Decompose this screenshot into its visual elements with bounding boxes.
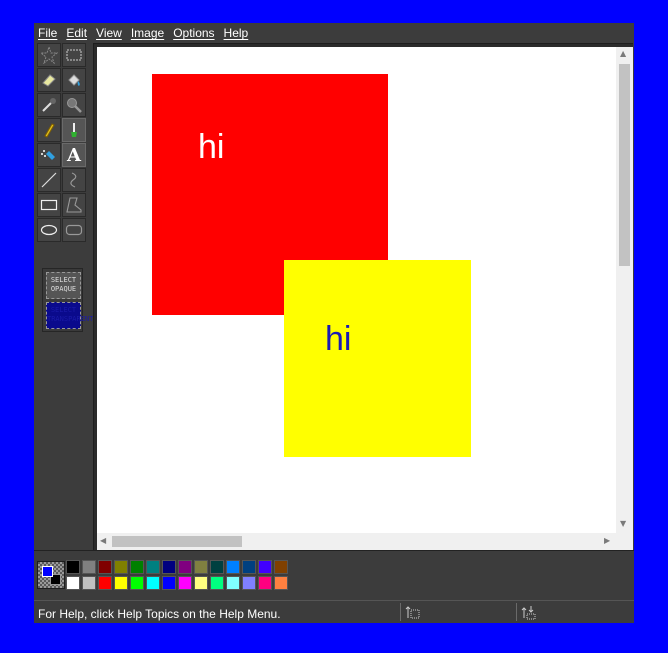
text-icon: A (67, 144, 81, 166)
menu-options[interactable]: Options (173, 26, 214, 40)
ellipse-icon (40, 224, 58, 236)
palette-swatch[interactable] (210, 560, 224, 574)
tool-options-box: SELECT OPAQUE SELECT TRANSPARENT (42, 268, 93, 332)
scroll-up-arrow-icon[interactable]: ▲ (620, 50, 626, 58)
palette-swatch[interactable] (130, 560, 144, 574)
tool-eraser[interactable] (37, 68, 61, 92)
tool-rounded-rectangle[interactable] (62, 218, 86, 242)
tool-text[interactable]: A (62, 143, 86, 167)
rectangle-icon (40, 199, 58, 211)
eraser-icon (42, 74, 56, 87)
current-colors (37, 561, 65, 589)
curve-icon (70, 172, 77, 188)
foreground-color-swatch (42, 566, 53, 577)
yellow-rectangle[interactable]: hi (284, 260, 471, 457)
brush-icon (71, 123, 77, 137)
fill-icon (68, 74, 80, 86)
airbrush-icon (41, 150, 55, 160)
palette-swatch[interactable] (258, 560, 272, 574)
palette-swatch[interactable] (242, 576, 256, 590)
status-bar: For Help, click Help Topics on the Help … (34, 600, 634, 623)
scroll-left-arrow-icon[interactable]: ◀ (100, 537, 106, 545)
menu-edit[interactable]: Edit (66, 26, 87, 40)
palette-swatch[interactable] (114, 560, 128, 574)
paint-window: File Edit View Image Options Help A SELE… (34, 23, 634, 623)
palette-swatch[interactable] (162, 560, 176, 574)
tool-pencil[interactable] (37, 118, 61, 142)
cursor-position-icon (405, 606, 420, 619)
tool-pick-color[interactable] (37, 93, 61, 117)
palette-swatch[interactable] (98, 576, 112, 590)
menu-help[interactable]: Help (224, 26, 249, 40)
status-divider (516, 603, 517, 621)
drawing-canvas[interactable]: hi hi (97, 47, 616, 533)
status-divider (400, 603, 401, 621)
palette-swatch[interactable] (274, 576, 288, 590)
tool-polygon[interactable] (62, 193, 86, 217)
rect-select-icon (66, 49, 82, 61)
pick-color-icon (42, 98, 56, 112)
tool-ellipse[interactable] (37, 218, 61, 242)
vertical-scrollbar[interactable]: ▲ ▼ (616, 47, 633, 533)
palette-swatch[interactable] (146, 576, 160, 590)
pencil-icon (44, 123, 55, 138)
palette-swatch[interactable] (258, 576, 272, 590)
menu-bar: File Edit View Image Options Help (34, 23, 634, 43)
palette-swatch[interactable] (66, 560, 80, 574)
canvas-area: hi hi ▲ ▼ ◀ ▶ (93, 43, 633, 550)
tool-rect-select[interactable] (62, 43, 86, 67)
yellow-rectangle-text: hi (325, 320, 352, 358)
vertical-scroll-thumb[interactable] (619, 64, 630, 266)
palette-swatch[interactable] (162, 576, 176, 590)
line-icon (41, 172, 57, 188)
palette-swatch[interactable] (82, 576, 96, 590)
scroll-right-arrow-icon[interactable]: ▶ (604, 537, 610, 545)
free-form-select-icon (40, 46, 58, 64)
magnifier-icon (67, 98, 82, 113)
menu-image[interactable]: Image (131, 26, 164, 40)
palette-swatch[interactable] (194, 576, 208, 590)
select-transparent-option[interactable]: SELECT TRANSPARENT (46, 302, 93, 329)
palette-swatch[interactable] (194, 560, 208, 574)
red-rectangle-text: hi (198, 128, 225, 166)
palette-swatches (66, 560, 290, 591)
horizontal-scrollbar[interactable]: ◀ ▶ (97, 533, 616, 550)
tool-magnifier[interactable] (62, 93, 86, 117)
tool-fill[interactable] (62, 68, 86, 92)
menu-file[interactable]: File (38, 26, 57, 40)
palette-swatch[interactable] (114, 576, 128, 590)
toolbox: A SELECT OPAQUE SELECT TRANSPARENT (37, 43, 93, 547)
status-help-text: For Help, click Help Topics on the Help … (38, 607, 281, 621)
palette-swatch[interactable] (178, 576, 192, 590)
palette-swatch[interactable] (66, 576, 80, 590)
rounded-rectangle-icon (65, 224, 83, 236)
tool-airbrush[interactable] (37, 143, 61, 167)
color-palette (34, 550, 634, 597)
horizontal-scroll-thumb[interactable] (112, 536, 242, 547)
palette-swatch[interactable] (82, 560, 96, 574)
palette-swatch[interactable] (210, 576, 224, 590)
palette-swatch[interactable] (130, 576, 144, 590)
menu-view[interactable]: View (96, 26, 122, 40)
palette-swatch[interactable] (98, 560, 112, 574)
tool-line[interactable] (37, 168, 61, 192)
scroll-down-arrow-icon[interactable]: ▼ (620, 520, 626, 528)
palette-swatch[interactable] (146, 560, 160, 574)
palette-swatch[interactable] (242, 560, 256, 574)
palette-swatch[interactable] (226, 560, 240, 574)
tool-curve[interactable] (62, 168, 86, 192)
palette-swatch[interactable] (274, 560, 288, 574)
tool-rectangle[interactable] (37, 193, 61, 217)
palette-swatch[interactable] (178, 560, 192, 574)
tool-free-form-select[interactable] (37, 43, 61, 67)
tool-brush[interactable] (62, 118, 86, 142)
palette-swatch[interactable] (226, 576, 240, 590)
select-opaque-option[interactable]: SELECT OPAQUE (46, 272, 81, 299)
scrollbar-corner (616, 533, 633, 550)
polygon-icon (66, 197, 82, 213)
selection-size-icon (521, 606, 536, 620)
